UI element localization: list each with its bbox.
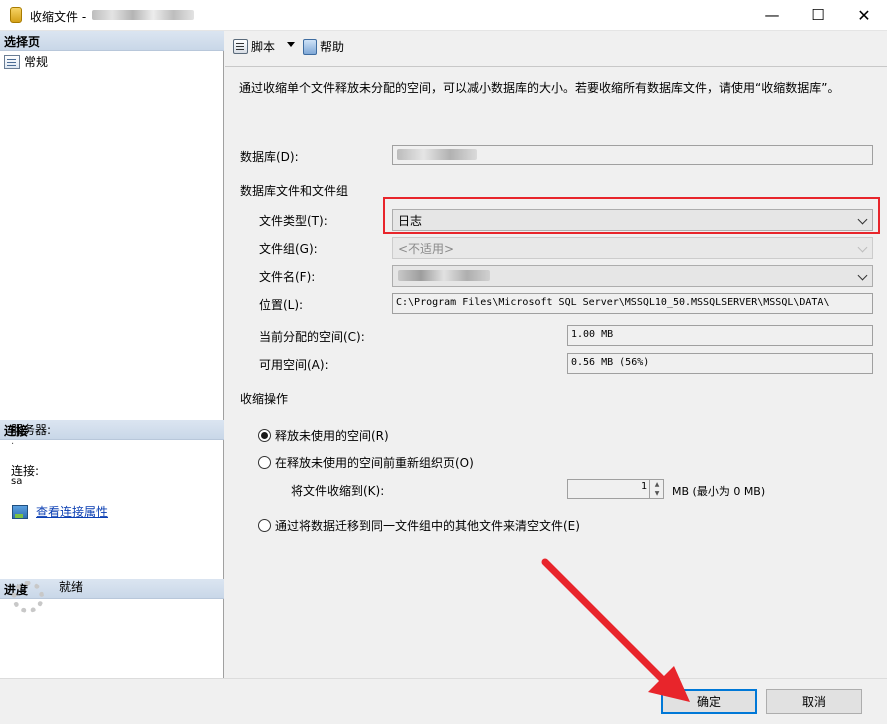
cancel-button[interactable]: 取消 <box>766 689 862 714</box>
minimize-button[interactable]: — <box>749 0 795 30</box>
connection-value: sa <box>11 476 23 487</box>
empty-file-option[interactable]: 通过将数据迁移到同一文件组中的其他文件来清空文件(E) <box>258 517 580 534</box>
chevron-down-icon <box>857 242 868 253</box>
page-icon <box>4 54 20 69</box>
filegroup-label: 文件组(G): <box>259 242 318 256</box>
redacted-database-value <box>397 149 477 160</box>
reorganize-pages-option[interactable]: 在释放未使用的空间前重新组织页(O) <box>258 454 474 471</box>
allocated-space-field: 1.00 MB <box>567 325 873 346</box>
server-label: 服务器: <box>11 423 52 437</box>
maximize-button[interactable]: ☐ <box>795 0 841 30</box>
allocated-space-label: 当前分配的空间(C): <box>259 330 365 344</box>
properties-icon <box>12 504 28 519</box>
help-icon <box>303 38 317 55</box>
shrink-to-label: 将文件收缩到(K): <box>291 484 385 498</box>
script-button[interactable]: 脚本 <box>233 38 275 55</box>
release-unused-space-label: 释放未使用的空间(R) <box>275 429 389 443</box>
filegroup-select: <不适用> <box>392 237 873 259</box>
help-label: 帮助 <box>320 40 345 54</box>
progress-spinner-icon <box>12 581 44 613</box>
close-button[interactable]: ✕ <box>841 0 887 30</box>
highlight-box <box>383 197 880 234</box>
reorganize-pages-label: 在释放未使用的空间前重新组织页(O) <box>275 456 474 470</box>
script-icon <box>233 39 248 54</box>
server-value: . <box>11 436 15 447</box>
database-label: 数据库(D): <box>240 150 299 164</box>
filegroup-value: <不适用> <box>398 241 455 256</box>
stepper-up-icon: ▲ <box>654 481 660 488</box>
description-text: 通过收缩单个文件释放未分配的空间，可以减小数据库的大小。若要收缩所有数据库文件，… <box>239 81 840 95</box>
script-label: 脚本 <box>251 40 276 54</box>
location-label: 位置(L): <box>259 298 304 312</box>
release-unused-space-option[interactable]: 释放未使用的空间(R) <box>258 427 389 444</box>
status-text: 就绪 <box>59 580 84 594</box>
redacted-database-name <box>92 10 194 20</box>
stepper-buttons: ▲ ▼ <box>649 480 663 498</box>
page-item-label: 常规 <box>24 55 49 69</box>
stepper-down-icon: ▼ <box>654 490 660 497</box>
view-connection-properties-label: 查看连接属性 <box>36 505 109 519</box>
filename-label: 文件名(F): <box>259 270 316 284</box>
radio-checked-icon <box>258 429 271 442</box>
database-icon <box>10 7 22 23</box>
radio-icon <box>258 456 271 469</box>
view-connection-properties-link[interactable]: 查看连接属性 <box>12 503 108 520</box>
shrink-to-value: 1 <box>640 481 647 492</box>
location-field: C:\Program Files\Microsoft SQL Server\MS… <box>392 293 873 314</box>
shrink-ops-label: 收缩操作 <box>240 392 289 406</box>
shrink-to-unit: MB (最小为 0 MB) <box>672 485 766 498</box>
radio-icon <box>258 519 271 532</box>
select-page-header: 选择页 <box>0 31 224 51</box>
chevron-down-icon <box>857 270 868 281</box>
redacted-filename-value <box>398 270 490 281</box>
files-group-label: 数据库文件和文件组 <box>240 184 349 198</box>
window-title: 收缩文件 - <box>30 10 87 24</box>
page-item-general[interactable]: 常规 <box>4 53 48 70</box>
free-space-label: 可用空间(A): <box>259 358 329 372</box>
toolbar-divider <box>225 66 887 67</box>
free-space-field: 0.56 MB (56%) <box>567 353 873 374</box>
left-pane: 选择页 常规 连接 进度 <box>0 31 224 678</box>
ok-button[interactable]: 确定 <box>661 689 757 714</box>
file-type-label: 文件类型(T): <box>259 214 328 228</box>
help-button[interactable]: 帮助 <box>303 38 344 55</box>
script-dropdown-arrow-icon[interactable] <box>287 42 295 47</box>
empty-file-label: 通过将数据迁移到同一文件组中的其他文件来清空文件(E) <box>275 519 580 533</box>
